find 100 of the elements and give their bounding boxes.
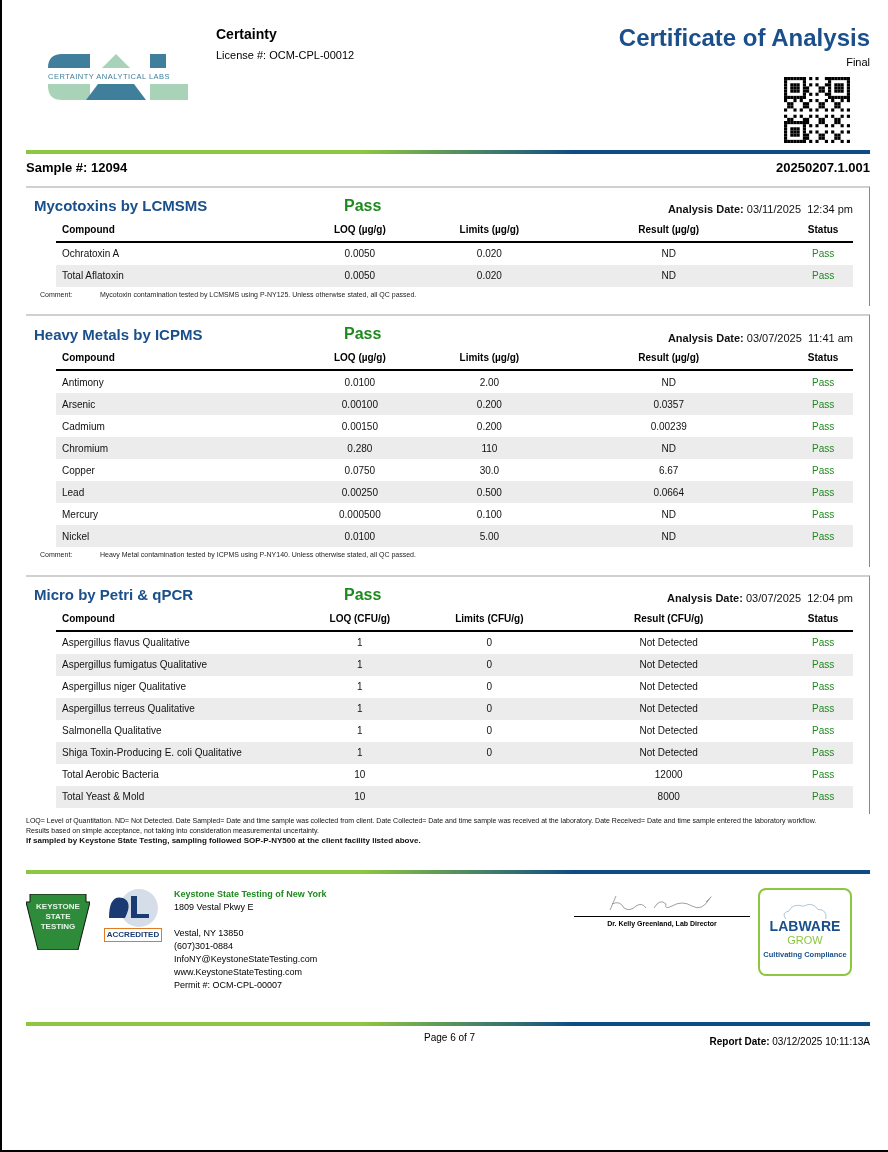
table-cell: 0.0100 <box>344 530 376 542</box>
table-cell: Pass <box>812 420 835 432</box>
column-header: LOQ (CFU/g) <box>328 611 392 626</box>
table-cell: 0.000500 <box>339 508 381 520</box>
analysis-date: Analysis Date: 03/11/2025 12:34 pm <box>666 202 853 217</box>
table-cell: 5.00 <box>479 530 500 542</box>
table-cell: ND <box>661 530 676 542</box>
table-cell: 0.020 <box>476 248 502 259</box>
column-header: Limits (CFU/g) <box>454 611 525 626</box>
table-cell: Aspergillus niger Qualitative <box>62 681 186 692</box>
table-cell: Pass <box>812 248 835 259</box>
page-number: Page 6 of 7 <box>424 1030 477 1045</box>
table-cell: Pass <box>812 769 835 780</box>
table-cell: ND <box>661 508 676 520</box>
table-cell: Mercury <box>62 508 99 520</box>
table-cell: 0.0050 <box>344 248 376 259</box>
table-cell: 8000 <box>657 791 680 802</box>
table-cell: Copper <box>62 464 95 476</box>
lab-name: Keystone State Testing of New York <box>174 887 328 901</box>
table-cell: 0.280 <box>347 442 373 454</box>
column-header: Compound <box>61 611 116 626</box>
table-cell: Ochratoxin A <box>62 248 120 259</box>
table-cell: 0.0050 <box>344 270 376 281</box>
section-title: Heavy Metals by ICPMS <box>34 324 204 345</box>
table-cell: 1 <box>357 637 363 648</box>
table-cell: 12000 <box>654 769 683 780</box>
table-cell: 0.00150 <box>341 420 378 432</box>
table-cell: 0 <box>486 725 493 736</box>
table-cell: 0 <box>486 681 493 692</box>
lab-address-line: Permit #: OCM-CPL-00007 <box>174 978 284 992</box>
section-title: Micro by Petri & qPCR <box>34 585 195 605</box>
table-cell: Pass <box>812 530 835 542</box>
table-cell: 0.00250 <box>341 486 378 498</box>
table-cell: Aspergillus fumigatus Qualitative <box>62 659 208 670</box>
table-cell: 0.00239 <box>650 420 687 432</box>
column-header: Status <box>806 351 840 365</box>
table-cell: Not Detected <box>639 681 698 692</box>
table-cell: Pass <box>812 398 835 410</box>
table-cell: 0.200 <box>476 398 502 410</box>
column-header: Limits (µg/g) <box>458 351 521 365</box>
sample-number: Sample #: 12094 <box>26 159 128 177</box>
table-cell: 10 <box>354 791 366 802</box>
table-cell: 0.200 <box>476 420 502 432</box>
table-cell: Not Detected <box>639 637 698 648</box>
table-cell: Not Detected <box>639 659 698 670</box>
qr-code-icon <box>784 76 850 143</box>
table-cell: Pass <box>812 270 835 281</box>
table-cell: Pass <box>812 725 835 736</box>
table-cell: 1 <box>357 681 363 692</box>
section-title: Mycotoxins by LCMSMS <box>34 196 209 216</box>
sample-id: 20250207.1.001 <box>776 159 870 177</box>
table-cell: Total Aerobic Bacteria <box>62 769 159 780</box>
lab-address-line: www.KeystoneStateTesting.com <box>174 965 304 979</box>
table-cell: 1 <box>357 747 363 758</box>
table-cell: 0.0100 <box>344 376 376 388</box>
document-status: Final <box>846 55 870 70</box>
column-header: Result (µg/g) <box>637 351 701 365</box>
analysis-date: Analysis Date: 03/07/2025 12:04 pm <box>666 591 853 606</box>
table-cell: Not Detected <box>639 703 698 714</box>
table-cell: Pass <box>812 464 835 476</box>
table-cell: Shiga Toxin-Producing E. coli Qualitative <box>62 747 242 758</box>
table-cell: 0 <box>486 703 493 714</box>
table-cell: 110 <box>481 442 498 454</box>
table-cell: 6.67 <box>658 464 679 476</box>
partner-name: LABWARE <box>769 918 841 934</box>
table-cell: Antimony <box>62 376 104 388</box>
table-cell: Cadmium <box>62 420 105 432</box>
table-cell: Aspergillus flavus Qualitative <box>62 637 190 648</box>
table-cell: 0.0357 <box>653 398 684 410</box>
sampling-note: If sampled by Keystone State Testing, sampling followed SOP-P-NY500 at the client facility listed above. <box>26 835 422 846</box>
column-header: Compound <box>61 351 116 365</box>
table-cell: 0.500 <box>476 486 502 498</box>
license-number: License #: OCM-CPL-00012 <box>216 48 355 63</box>
column-header: Result (µg/g) <box>637 222 701 237</box>
column-header: LOQ (µg/g) <box>332 351 387 365</box>
lab-address-line: 1809 Vestal Pkwy E <box>174 900 255 914</box>
table-cell: Salmonella Qualitative <box>62 725 162 736</box>
company-name: Certainty <box>216 25 278 44</box>
table-cell: 2.00 <box>479 376 500 388</box>
table-cell: Pass <box>812 703 835 714</box>
table-cell: 1 <box>357 659 363 670</box>
table-cell: 0.00100 <box>341 398 378 410</box>
column-header: LOQ (µg/g) <box>332 222 387 237</box>
column-header: Compound <box>61 222 116 237</box>
table-cell: Pass <box>812 442 835 454</box>
document-title: Certificate of Analysis <box>618 24 870 52</box>
table-cell: 0.100 <box>476 508 502 520</box>
analysis-date: Analysis Date: 03/07/2025 11:41 am <box>666 330 853 346</box>
table-cell: Pass <box>812 747 835 758</box>
table-cell: Chromium <box>62 442 109 454</box>
lab-address-line: Vestal, NY 13850 <box>174 926 245 940</box>
table-cell: 0.0750 <box>344 464 376 476</box>
table-cell: ND <box>661 248 676 259</box>
table-cell: Pass <box>812 486 835 498</box>
table-cell: Arsenic <box>62 398 96 410</box>
column-header: Limits (µg/g) <box>458 222 521 237</box>
column-header: Result (CFU/g) <box>632 611 705 626</box>
section-result: Pass <box>344 584 383 605</box>
table-cell: Nickel <box>62 530 90 542</box>
table-cell: Not Detected <box>639 725 698 736</box>
